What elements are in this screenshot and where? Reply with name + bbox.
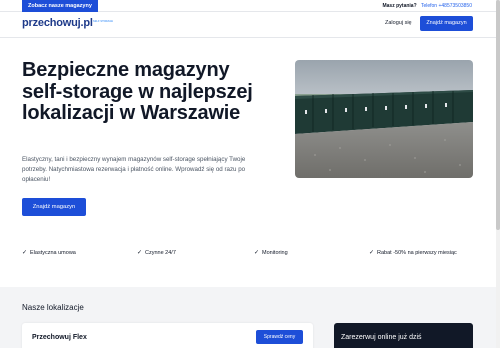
top-bar: Zobacz nasze magazyny Masz pytania? Tele… — [0, 0, 500, 12]
find-storage-hero-button[interactable]: Znajdź magazyn — [22, 198, 86, 216]
logo-tagline: SELF STORAGE — [93, 20, 114, 23]
check-prices-button[interactable]: Sprawdź ceny — [256, 330, 303, 344]
login-link[interactable]: Zaloguj się — [385, 20, 412, 26]
logo[interactable]: przechowuj.pl — [22, 17, 93, 29]
feature-flexible-contract: ✓ Elastyczna umowa — [22, 250, 76, 256]
storage-containers-image — [295, 60, 473, 178]
check-icon: ✓ — [137, 250, 143, 256]
features-list: ✓ Elastyczna umowa ✓ Czynne 24/7 ✓ Monit… — [22, 249, 473, 273]
feature-monitoring: ✓ Monitoring — [254, 250, 288, 256]
scrollbar[interactable] — [496, 0, 500, 348]
find-storage-header-button[interactable]: Znajdź magazyn — [420, 16, 473, 31]
contact-question: Masz pytania? — [382, 3, 417, 9]
main-header: przechowuj.pl SELF STORAGE Zaloguj się Z… — [0, 12, 500, 38]
location-card: Przechowuj Flex Sprawdź ceny — [22, 323, 313, 348]
phone-link[interactable]: Telefon +48573503850 — [421, 3, 472, 9]
locations-section: Nasze lokalizacje Przechowuj Flex Sprawd… — [0, 287, 500, 348]
book-online-card: Zarezerwuj online już dziś — [334, 323, 473, 348]
location-name: Przechowuj Flex — [32, 334, 87, 341]
check-icon: ✓ — [22, 250, 28, 256]
book-online-title: Zarezerwuj online już dziś — [341, 334, 422, 341]
scrollbar-thumb[interactable] — [496, 0, 500, 230]
contact-info: Masz pytania? Telefon +48573503850 — [382, 0, 472, 12]
feature-discount: ✓ Rabat -50% na pierwszy miesiąc — [369, 250, 457, 256]
check-icon: ✓ — [254, 250, 260, 256]
locations-title: Nasze lokalizacje — [22, 303, 84, 312]
see-storages-link[interactable]: Zobacz nasze magazyny — [22, 0, 98, 12]
feature-open-24-7: ✓ Czynne 24/7 — [137, 250, 176, 256]
check-icon: ✓ — [369, 250, 375, 256]
hero-title: Bezpieczne magazyny self-storage w najle… — [22, 59, 253, 124]
storage-photo — [295, 60, 473, 178]
hero-description: Elastyczny, tani i bezpieczny wynajem ma… — [22, 156, 246, 183]
